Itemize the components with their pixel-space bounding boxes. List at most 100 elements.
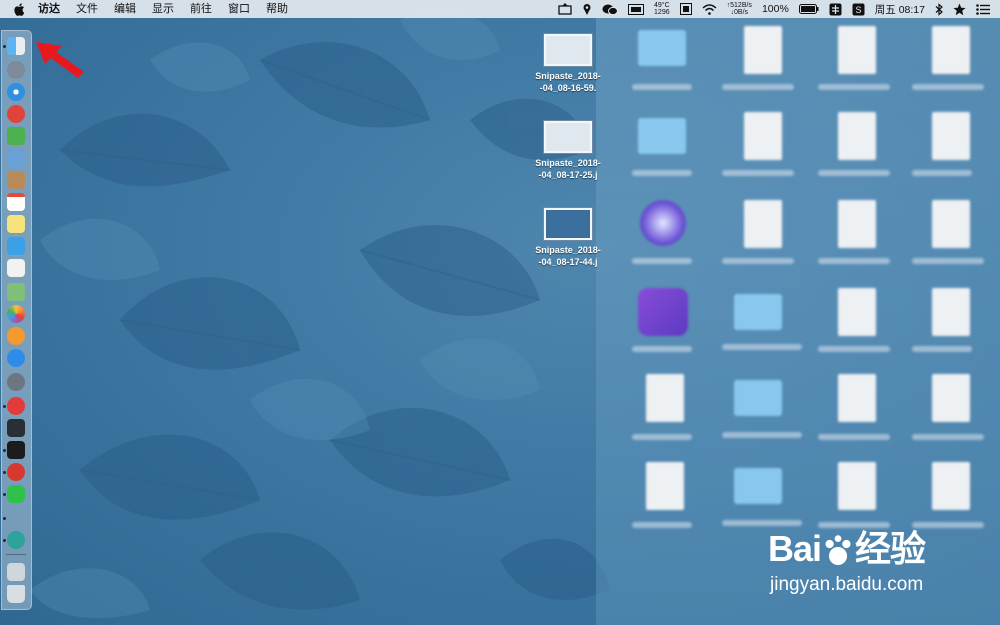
wechat-tray-icon[interactable]: [602, 3, 618, 16]
battery-icon[interactable]: [798, 4, 819, 14]
blurred-app: [638, 288, 688, 336]
blurred-file: [838, 374, 876, 422]
menu-view[interactable]: 显示: [144, 0, 182, 18]
blurred-label: [722, 170, 794, 176]
netease-cloud-music-icon[interactable]: [7, 463, 25, 481]
file-name-line1: Snipaste_2018-: [535, 245, 601, 255]
blurred-label: [818, 434, 890, 440]
system-preferences-icon[interactable]: [7, 373, 25, 391]
blurred-label: [722, 258, 794, 264]
blurred-file: [646, 462, 684, 510]
calendar-icon[interactable]: [7, 193, 25, 211]
blurred-label: [632, 346, 692, 352]
activity-monitor-icon[interactable]: [7, 419, 25, 437]
image-capture-icon[interactable]: [7, 237, 25, 255]
star-icon[interactable]: [953, 3, 966, 16]
books-icon[interactable]: [7, 327, 25, 345]
vivaldi-icon[interactable]: [7, 397, 25, 415]
running-indicator: [3, 449, 6, 452]
snipaste-tray-icon[interactable]: S: [852, 3, 865, 16]
blurred-label: [912, 84, 984, 90]
blurred-label: [632, 170, 692, 176]
running-indicator: [3, 493, 6, 496]
blurred-app: [640, 200, 686, 246]
blurred-label: [632, 84, 692, 90]
card-reader-icon[interactable]: [628, 3, 644, 15]
blurred-folder: [734, 468, 782, 504]
blurred-file: [932, 200, 970, 248]
input-method-icon[interactable]: [829, 3, 842, 16]
file-name-line1: Snipaste_2018-: [535, 71, 601, 81]
notes-icon[interactable]: [7, 215, 25, 233]
running-indicator: [3, 471, 6, 474]
watermark-brand-a: Bai: [768, 528, 822, 569]
file-name-line2: -04_08-17-44.j: [538, 257, 598, 267]
wechat-icon[interactable]: [7, 485, 25, 503]
wifi-icon[interactable]: [702, 3, 717, 15]
running-indicator: [3, 539, 6, 542]
finder-icon[interactable]: [7, 37, 25, 55]
preview-icon[interactable]: [7, 149, 25, 167]
blurred-label: [912, 346, 972, 352]
blurred-file: [744, 200, 782, 248]
blurred-file: [932, 462, 970, 510]
notification-center-icon[interactable]: [976, 3, 990, 15]
location-pin-icon[interactable]: [582, 3, 592, 16]
desktop-file-snipaste-2[interactable]: Snipaste_2018- -04_08-17-25.j: [522, 121, 614, 181]
contacts-icon[interactable]: [7, 171, 25, 189]
apple-logo-icon[interactable]: [8, 2, 30, 16]
menu-go[interactable]: 前往: [182, 0, 220, 18]
snipaste-icon[interactable]: [7, 531, 25, 549]
netease-music-icon[interactable]: [7, 105, 25, 123]
blurred-label: [818, 170, 890, 176]
android-file-transfer-icon[interactable]: [7, 127, 25, 145]
menu-window[interactable]: 窗口: [220, 0, 258, 18]
blurred-file: [744, 26, 782, 74]
screenshot-thumbnail: [544, 208, 592, 240]
istat-icon[interactable]: [679, 3, 692, 15]
menu-help[interactable]: 帮助: [258, 0, 296, 18]
blurred-label: [912, 170, 972, 176]
trash-icon[interactable]: [7, 585, 25, 603]
safari-icon[interactable]: [7, 83, 25, 101]
blurred-file: [932, 374, 970, 422]
blurred-file: [646, 374, 684, 422]
running-indicator: [3, 517, 6, 520]
blurred-file: [932, 288, 970, 336]
blurred-file: [744, 112, 782, 160]
menu-edit[interactable]: 编辑: [106, 0, 144, 18]
maps-icon[interactable]: [7, 283, 25, 301]
menu-bar: 访达 文件 编辑 显示 前往 窗口 帮助 49°C 1296 ↑512B/s ↓…: [0, 0, 1000, 18]
upload-speed-text: ↑512B/s: [726, 2, 752, 9]
bluetooth-icon[interactable]: [935, 2, 943, 16]
dock: [1, 30, 32, 610]
menu-finder[interactable]: 访达: [30, 0, 68, 18]
photos-icon[interactable]: [7, 305, 25, 323]
temperature-text: 49°C: [654, 2, 670, 9]
blurred-file: [838, 26, 876, 74]
blurred-folder: [734, 294, 782, 330]
battery-percent[interactable]: 100%: [762, 3, 789, 15]
terminal-icon[interactable]: [7, 441, 25, 459]
blurred-label: [722, 84, 794, 90]
reminders-icon[interactable]: [7, 259, 25, 277]
blurred-label: [722, 344, 802, 350]
clock-datetime[interactable]: 周五 08:17: [875, 2, 925, 17]
network-speed[interactable]: ↑512B/s ↓0B/s: [727, 2, 752, 16]
watermark-brand: Bai 经验: [768, 520, 926, 572]
running-indicator: [3, 45, 6, 48]
sensor-readout[interactable]: 49°C 1296: [654, 2, 670, 16]
blurred-file: [838, 462, 876, 510]
download-speed-text: ↓0B/s: [730, 9, 749, 16]
watermark-url: jingyan.baidu.com: [770, 574, 924, 595]
blurred-file: [932, 26, 970, 74]
upload-tray-icon[interactable]: [558, 3, 572, 15]
app-store-icon[interactable]: [7, 349, 25, 367]
desktop-file-snipaste-3[interactable]: Snipaste_2018- -04_08-17-44.j: [522, 208, 614, 268]
watermark-brand-b: 经验: [855, 528, 926, 569]
menu-file[interactable]: 文件: [68, 0, 106, 18]
desktop-file-snipaste-1[interactable]: Snipaste_2018- -04_08-16-59.: [522, 34, 614, 94]
launchpad-icon[interactable]: [7, 61, 25, 79]
downloads-stack-icon[interactable]: [7, 563, 25, 581]
file-name-line2: -04_08-17-25.j: [538, 170, 598, 180]
